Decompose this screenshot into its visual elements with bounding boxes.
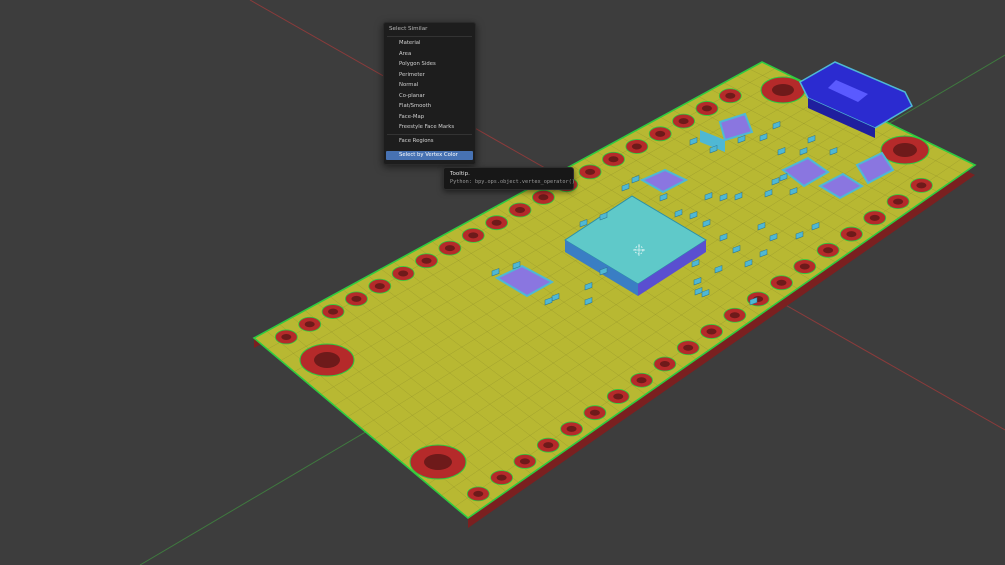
menu-item-face-map[interactable]: Face-Map (386, 113, 473, 122)
edge-pad-hole (589, 409, 600, 416)
edge-pad-hole (701, 105, 712, 112)
edge-pad-hole (491, 219, 502, 226)
edge-pad-hole (585, 168, 596, 175)
edge-pad-hole (328, 308, 339, 315)
menu-item-face-regions[interactable]: Face Regions (386, 137, 473, 146)
edge-pad-hole (281, 333, 292, 340)
edge-pad-hole (631, 143, 642, 150)
edge-pad-hole (566, 425, 577, 432)
menu-item-co-planar[interactable]: Co-planar (386, 92, 473, 101)
edge-pad-hole (398, 270, 409, 277)
edge-pad-hole (608, 156, 619, 163)
edge-pad-hole (496, 474, 507, 481)
edge-pad-hole (725, 92, 736, 99)
viewport-canvas[interactable] (0, 0, 1005, 565)
tooltip-python: Python: bpy.ops.object.vertex_operator() (450, 179, 575, 185)
tooltip-title: Tooltip. (450, 171, 470, 177)
menu-separator (387, 36, 472, 37)
edge-pad-hole (729, 312, 740, 319)
mounting-hole (893, 143, 917, 157)
edge-pad-hole (655, 130, 666, 137)
menu-item-material[interactable]: Material (386, 39, 473, 48)
edge-pad-hole (678, 118, 689, 125)
menu-item-flat-smooth[interactable]: Flat/Smooth (386, 102, 473, 111)
edge-pad-hole (519, 458, 530, 465)
menu-item-freestyle-face-marks[interactable]: Freestyle Face Marks (386, 123, 473, 132)
edge-pad-hole (613, 393, 624, 400)
edge-pad-hole (515, 207, 525, 213)
edge-pad-hole (659, 360, 670, 367)
edge-pad-hole (444, 245, 455, 252)
edge-pad-hole (776, 279, 787, 286)
3d-viewport[interactable] (0, 0, 1005, 565)
mounting-hole (424, 454, 452, 470)
edge-pad-hole (468, 232, 479, 239)
edge-pad-hole (538, 194, 549, 201)
edge-pad-hole (543, 442, 554, 449)
edge-pad-hole (683, 344, 694, 351)
mounting-hole (314, 352, 340, 368)
menu-title: Select Similar (389, 26, 428, 32)
edge-pad-hole (636, 377, 647, 384)
select-similar-menu: Select Similar Material Area Polygon Sid… (383, 22, 476, 165)
edge-pad-hole (706, 328, 717, 335)
mounting-hole (772, 84, 794, 96)
menu-separator (387, 134, 472, 135)
menu-item-polygon-sides[interactable]: Polygon Sides (386, 60, 473, 69)
edge-pad-hole (374, 283, 385, 290)
edge-pad-hole (799, 263, 810, 270)
edge-pad-hole (823, 247, 834, 254)
menu-item-normal[interactable]: Normal (386, 81, 473, 90)
edge-pad-hole (916, 182, 927, 189)
edge-pad-hole (421, 257, 432, 264)
tooltip: Tooltip. Python: bpy.ops.object.vertex_o… (443, 167, 575, 190)
menu-item-perimeter[interactable]: Perimeter (386, 71, 473, 80)
menu-item-area[interactable]: Area (386, 50, 473, 59)
edge-pad-hole (893, 198, 904, 205)
edge-pad-hole (473, 490, 484, 497)
edge-pad-hole (304, 321, 315, 328)
edge-pad-hole (869, 214, 880, 221)
edge-pad-hole (846, 231, 857, 238)
menu-item-select-by-vertex-color[interactable]: Select by Vertex Color (386, 151, 473, 160)
edge-pad-hole (351, 295, 362, 302)
